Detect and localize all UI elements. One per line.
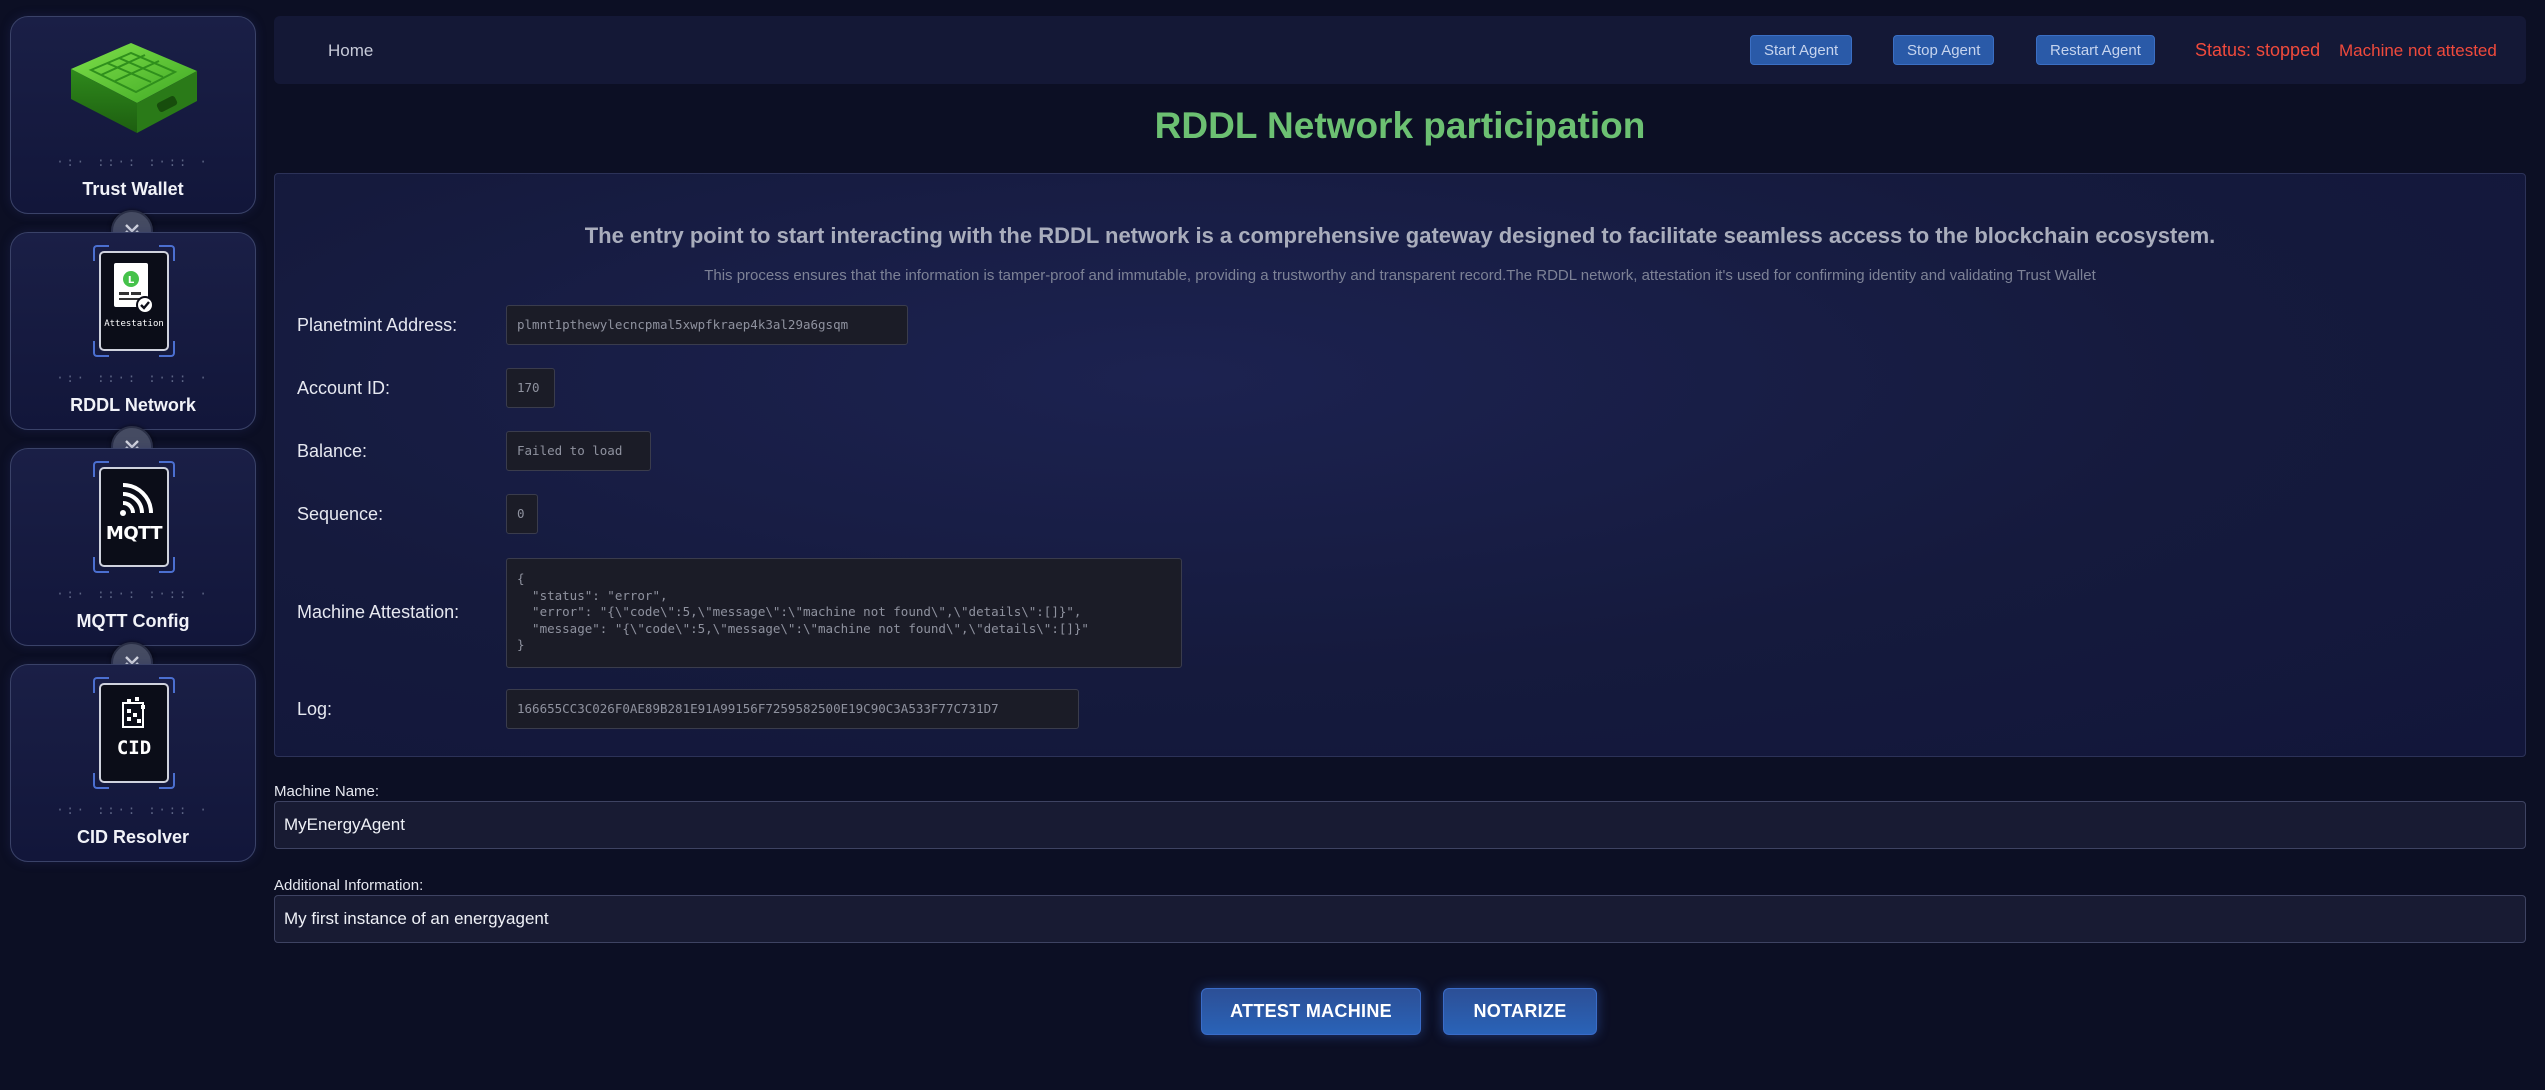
page-title: RDDL Network participation <box>1154 105 1646 146</box>
stop-agent-button[interactable]: Stop Agent <box>1893 35 1995 65</box>
notarize-button[interactable]: NOTARIZE <box>1443 988 1597 1035</box>
attestation-icon: L Attestation <box>99 251 169 351</box>
sidebar-item-label: RDDL Network <box>70 395 196 415</box>
address-field: plmnt1pthewylecncpmal5xwpfkraep4k3al29a6… <box>506 305 908 345</box>
account-id-label: Account ID: <box>297 378 391 398</box>
dot-pattern: ·:· ::·: :·:: · <box>56 587 210 601</box>
log-field: 166655CC3C026F0AE89B281E91A99156F7259582… <box>506 689 1079 729</box>
dot-pattern: ·:· ::·: :·:: · <box>56 371 210 385</box>
cid-icon: CID <box>99 683 169 783</box>
panel-heading: The entry point to start interacting wit… <box>584 223 2216 248</box>
machine-attestation-label: Machine Attestation: <box>297 602 460 622</box>
sequence-field: 0 <box>506 494 538 534</box>
dot-pattern: ·:· ::·: :·:: · <box>56 155 210 169</box>
restart-agent-button[interactable]: Restart Agent <box>2036 35 2155 65</box>
panel-description: This process ensures that the informatio… <box>704 267 2096 284</box>
attestation-icon-text: Attestation <box>104 319 164 329</box>
hardware-wallet-icon <box>71 43 197 133</box>
top-navbar: Home Start Agent Stop Agent Restart Agen… <box>274 16 2526 84</box>
account-id-field: 170 <box>506 368 555 408</box>
icon-frame: L Attestation <box>93 245 175 357</box>
machine-attestation-field: { "status": "error", "error": "{\"code\"… <box>506 558 1182 668</box>
additional-info-label: Additional Information: <box>274 877 424 894</box>
attestation-status: Machine not attested <box>2339 41 2497 60</box>
start-agent-button[interactable]: Start Agent <box>1750 35 1853 65</box>
machine-name-input[interactable] <box>274 801 2526 849</box>
icon-frame: CID <box>93 677 175 789</box>
dot-pattern: ·:· ::·: :·:: · <box>56 803 210 817</box>
home-link[interactable]: Home <box>328 41 373 61</box>
balance-label: Balance: <box>297 441 368 461</box>
sidebar-item-trust-wallet[interactable]: ·:· ::·: :·:: · Trust Wallet <box>10 16 256 214</box>
sidebar-item-rddl-network[interactable]: L Attestation ·:· ::·: :·:: · RDDL Netwo… <box>10 232 256 430</box>
mqtt-icon: MQTT <box>99 467 169 567</box>
sidebar-item-label: MQTT Config <box>76 611 190 631</box>
sidebar-item-label: Trust Wallet <box>82 179 184 199</box>
agent-status: Status: stopped <box>2195 40 2321 60</box>
sidebar-item-mqtt-config[interactable]: MQTT ·:· ::·: :·:: · MQTT Config <box>10 448 256 646</box>
log-label: Log: <box>297 699 333 719</box>
machine-name-label: Machine Name: <box>274 783 380 800</box>
attest-machine-button[interactable]: ATTEST MACHINE <box>1201 988 1421 1035</box>
mqtt-icon-text: MQTT <box>105 523 163 544</box>
svg-text:L: L <box>128 275 135 286</box>
sidebar-item-label: CID Resolver <box>76 827 190 847</box>
sidebar-item-cid-resolver[interactable]: CID ·:· ::·: :·:: · CID Resolver <box>10 664 256 862</box>
additional-info-input[interactable] <box>274 895 2526 943</box>
address-label: Planetmint Address: <box>297 315 458 335</box>
network-info-panel: The entry point to start interacting wit… <box>274 173 2526 757</box>
sequence-label: Sequence: <box>297 504 384 524</box>
icon-frame: MQTT <box>93 461 175 573</box>
balance-field: Failed to load <box>506 431 651 471</box>
cid-icon-text: CID <box>116 737 152 759</box>
